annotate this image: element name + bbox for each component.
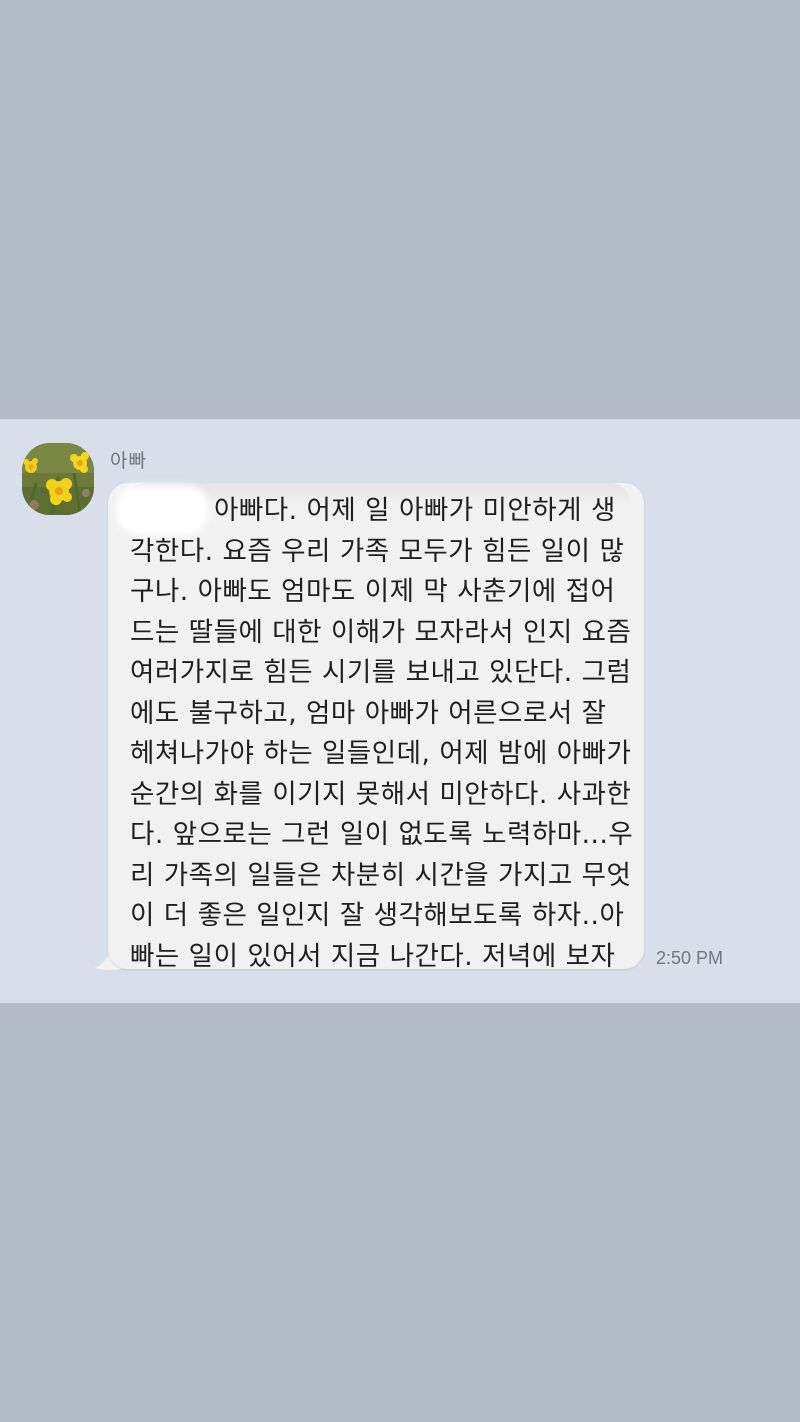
sender-avatar[interactable]: [22, 443, 94, 515]
message-line: 이 더 좋은 일인지 잘 생각해보도록 하자..아: [130, 900, 625, 931]
message-line: 에도 불구하고, 엄마 아빠가 어른으로서 잘: [130, 697, 607, 729]
daffodil-photo-icon: [22, 443, 94, 515]
message-line: 헤쳐나가야 하는 일들인데, 어제 밤에 아빠가: [130, 738, 632, 769]
message-line: 여러가지로 힘든 시기를 보내고 있단다. 그럼: [130, 657, 632, 688]
message-timestamp: 2:50 PM: [656, 948, 724, 968]
message-line: 빠는 일이 있어서 지금 나간다. 저녁에 보자: [130, 940, 616, 972]
message-line: 순간의 화를 이기지 못해서 미안하다. 사과한: [130, 778, 632, 810]
message-text: 아빠다. 어제 일 아빠가 미안하게 생 각한다. 요즘 우리 가족 모두가 힘…: [130, 491, 642, 977]
message-line: 각한다. 요즘 우리 가족 모두가 힘든 일이 많: [130, 535, 625, 567]
message-line: 구나. 아빠도 엄마도 이제 막 사춘기에 접어: [130, 576, 616, 607]
message-line: 아빠다. 어제 일 아빠가 미안하게 생: [214, 495, 616, 526]
sender-name: 아빠: [110, 450, 147, 472]
message-line: 드는 딸들에 대한 이해가 모자라서 인지 요즘: [130, 616, 632, 648]
message-line: 리 가족의 일들은 차분히 시간을 가지고 무엇: [130, 859, 632, 891]
message-bubble[interactable]: 아빠다. 어제 일 아빠가 미안하게 생 각한다. 요즘 우리 가족 모두가 힘…: [108, 483, 644, 972]
message-line: 다. 앞으로는 그런 일이 없도록 노력하마...우: [130, 819, 634, 850]
